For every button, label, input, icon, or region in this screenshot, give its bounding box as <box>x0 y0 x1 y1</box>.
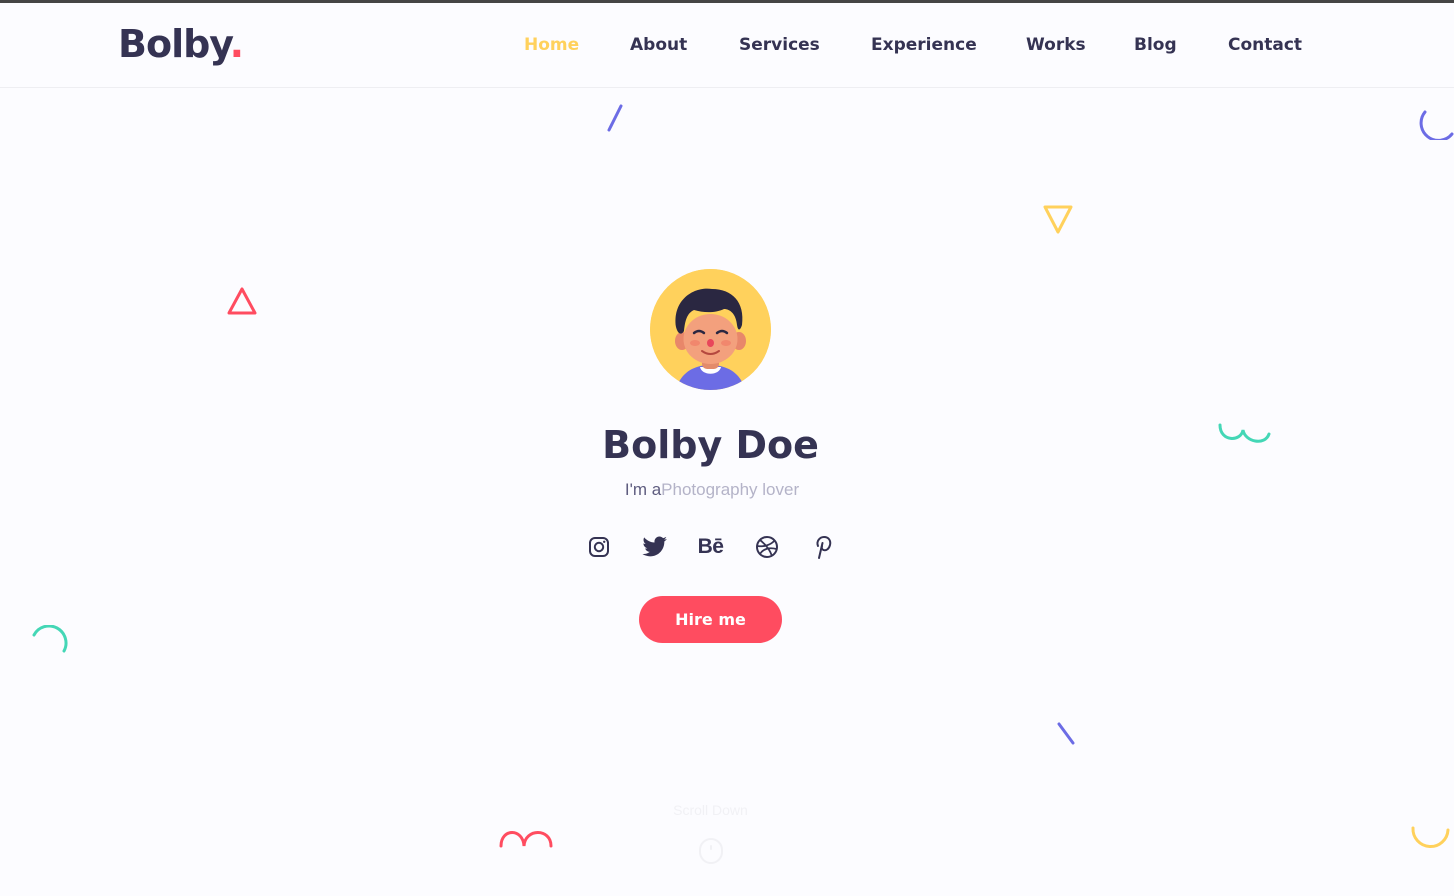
line-shape-purple-lower <box>1057 722 1075 745</box>
social-links: Bē <box>0 532 1421 562</box>
main-nav: Home About Services Experience Works Blo… <box>0 35 1454 59</box>
circle-arc-shape-purple <box>1419 110 1454 140</box>
instagram-icon[interactable] <box>586 532 612 562</box>
hire-me-button[interactable]: Hire me <box>639 596 782 643</box>
behance-icon[interactable]: Bē <box>698 532 724 562</box>
nav-about[interactable]: About <box>630 35 687 55</box>
avatar-illustration <box>650 269 771 390</box>
triangle-shape-yellow <box>1043 205 1073 234</box>
arc-shape-yellow <box>1411 826 1450 848</box>
nav-home[interactable]: Home <box>524 35 579 55</box>
nav-blog[interactable]: Blog <box>1134 35 1177 55</box>
twitter-icon[interactable] <box>641 532 668 562</box>
line-shape-purple <box>607 104 623 132</box>
tagline-typed-text: Photography lover <box>661 480 800 499</box>
scroll-down-label: Scroll Down <box>673 802 748 818</box>
hero-name: Bolby Doe <box>602 423 819 467</box>
arc-shape-green <box>32 625 68 653</box>
nav-experience[interactable]: Experience <box>871 35 977 55</box>
wave-shape-red <box>499 831 553 848</box>
triangle-shape-red <box>227 287 257 315</box>
nav-services[interactable]: Services <box>739 35 820 55</box>
nav-works[interactable]: Works <box>1026 35 1086 55</box>
profile-avatar <box>650 269 771 390</box>
pinterest-icon[interactable] <box>810 532 836 562</box>
hero-tagline: I'm aPhotography lover <box>0 480 1424 500</box>
mouse-wheel-icon <box>710 845 712 850</box>
site-header: Bolby. Home About Services Experience Wo… <box>0 3 1454 88</box>
dribbble-icon[interactable] <box>754 532 780 562</box>
tagline-prefix: I'm a <box>624 480 662 499</box>
nav-contact[interactable]: Contact <box>1228 35 1302 55</box>
behance-icon-text: Bē <box>697 535 724 558</box>
mouse-scroll-icon[interactable] <box>699 838 723 864</box>
